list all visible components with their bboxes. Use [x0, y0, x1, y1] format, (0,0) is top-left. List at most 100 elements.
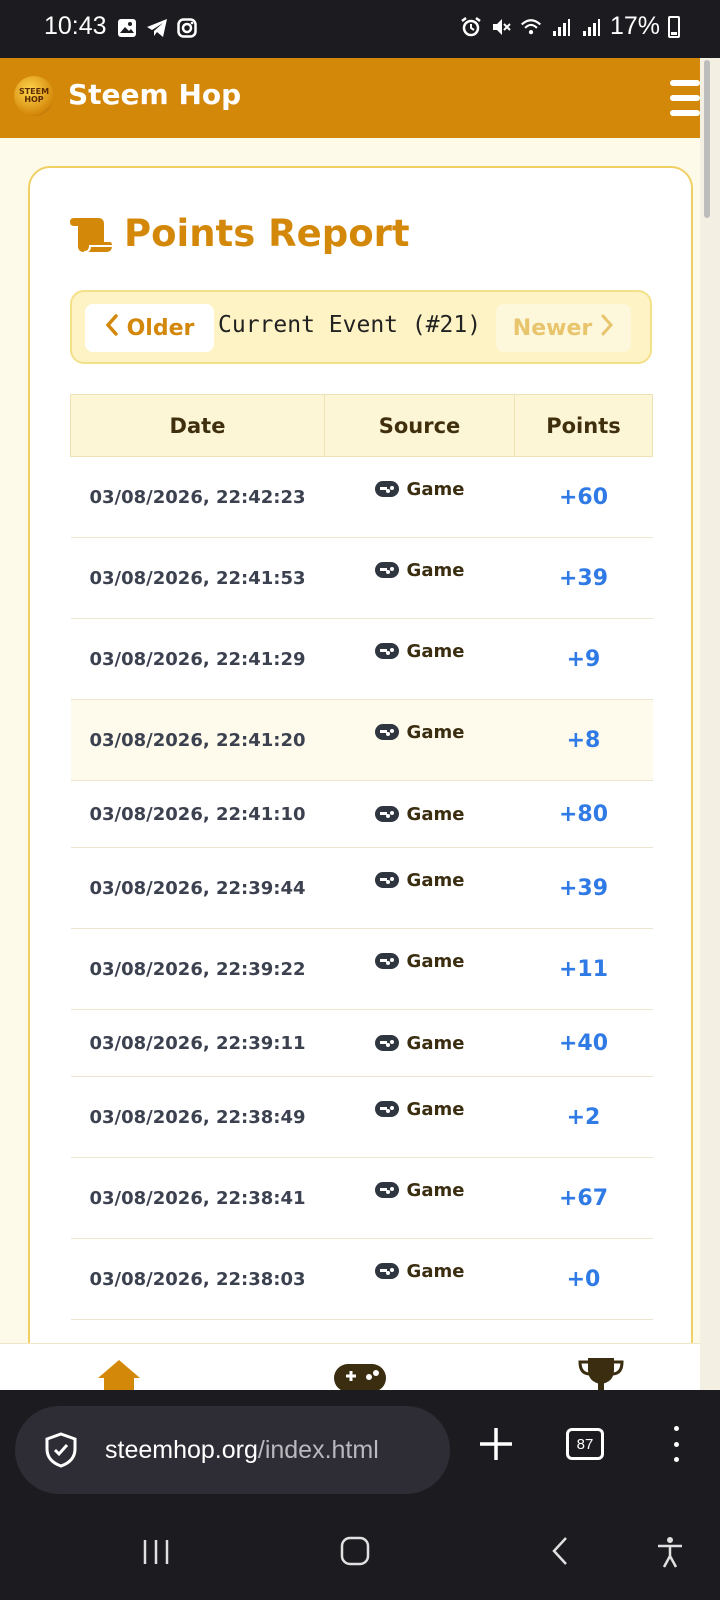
gamepad-icon [374, 562, 399, 578]
column-header-source[interactable]: Source [324, 394, 515, 457]
row-source: Game [324, 537, 515, 619]
points-table: Date Source Points 03/08/2026, 22:42:23 … [70, 394, 653, 1380]
row-source: Game [324, 456, 515, 538]
table-row: 03/08/2026, 22:42:23 Game +60 [70, 456, 653, 538]
table-row: 03/08/2026, 22:38:41 Game +67 [70, 1157, 653, 1239]
row-date: 03/08/2026, 22:41:29 [70, 618, 325, 700]
table-row: 03/08/2026, 22:39:11 Game +40 [70, 1009, 653, 1077]
column-header-points[interactable]: Points [514, 394, 653, 457]
browser-toolbar: steemhop.org/index.html 87 [0, 1390, 720, 1502]
row-points: +2 [514, 1076, 653, 1158]
gamepad-icon [374, 481, 399, 497]
table-row: 03/08/2026, 22:41:20 Game +8 [70, 699, 653, 781]
more-menu-icon[interactable] [672, 1426, 680, 1462]
gamepad-icon [374, 953, 399, 969]
bottom-nav [0, 1343, 700, 1394]
row-points: +40 [514, 1009, 653, 1077]
scrollbar-thumb[interactable] [704, 60, 710, 218]
gamepad-icon [374, 643, 399, 659]
points-report-card: Points Report Older Current Event (#21) … [28, 166, 693, 1406]
table-row: 03/08/2026, 22:38:49 Game +2 [70, 1076, 653, 1158]
row-date: 03/08/2026, 22:39:22 [70, 928, 325, 1010]
gamepad-icon [374, 805, 399, 822]
table-row: 03/08/2026, 22:39:44 Game +39 [70, 847, 653, 929]
row-points: +39 [514, 847, 653, 929]
url-bar[interactable]: steemhop.org/index.html [15, 1406, 450, 1494]
status-time: 10:43 [44, 12, 107, 40]
tab-count-button[interactable]: 87 [566, 1428, 604, 1460]
event-navigator: Older Current Event (#21) Newer [70, 290, 652, 364]
current-event-label: Current Event (#21) [218, 312, 482, 338]
gamepad-icon [374, 1182, 399, 1198]
table-header-row: Date Source Points [70, 394, 653, 457]
row-points: +0 [514, 1238, 653, 1320]
row-date: 03/08/2026, 22:38:49 [70, 1076, 325, 1158]
table-row: 03/08/2026, 22:41:10 Game +80 [70, 780, 653, 848]
report-heading: Points Report [124, 212, 410, 255]
row-date: 03/08/2026, 22:39:11 [70, 1009, 325, 1077]
older-label: Older [126, 315, 195, 341]
column-header-date[interactable]: Date [70, 394, 325, 457]
row-points: +39 [514, 537, 653, 619]
recent-apps-icon[interactable] [142, 1538, 170, 1570]
row-points: +60 [514, 456, 653, 538]
gamepad-icon [374, 872, 399, 888]
signal-icon [580, 16, 602, 38]
newer-label: Newer [512, 315, 593, 341]
gamepad-icon [374, 1101, 399, 1117]
signal-icon [550, 16, 572, 38]
page-title: Points Report [70, 212, 410, 255]
row-source: Game [324, 699, 515, 781]
row-source: Game [324, 928, 515, 1010]
alarm-icon [460, 16, 482, 38]
battery-icon [668, 15, 680, 38]
telegram-icon [146, 17, 168, 39]
row-date: 03/08/2026, 22:38:41 [70, 1157, 325, 1239]
older-button[interactable]: Older [85, 304, 214, 352]
row-date: 03/08/2026, 22:38:03 [70, 1238, 325, 1320]
chevron-right-icon [600, 314, 614, 342]
app-header: STEEM HOP Steem Hop [0, 58, 700, 138]
row-points: +8 [514, 699, 653, 781]
gamepad-icon [374, 1034, 399, 1051]
status-bar: 10:43 17% [0, 0, 720, 58]
scroll-icon [70, 214, 114, 254]
url-text[interactable]: steemhop.org/index.html [105, 1436, 379, 1465]
table-row: 03/08/2026, 22:38:03 Game +0 [70, 1238, 653, 1320]
menu-icon[interactable] [670, 80, 700, 116]
system-nav-bar [0, 1502, 720, 1600]
row-source: Game [324, 618, 515, 700]
table-row: 03/08/2026, 22:41:29 Game +9 [70, 618, 653, 700]
gamepad-icon [374, 1263, 399, 1279]
shield-icon[interactable] [45, 1432, 77, 1468]
row-date: 03/08/2026, 22:41:10 [70, 780, 325, 848]
row-date: 03/08/2026, 22:41:20 [70, 699, 325, 781]
row-points: +80 [514, 780, 653, 848]
row-points: +9 [514, 618, 653, 700]
row-date: 03/08/2026, 22:42:23 [70, 456, 325, 538]
row-points: +67 [514, 1157, 653, 1239]
row-source: Game [324, 1238, 515, 1320]
mute-icon [490, 16, 512, 38]
home-button-icon[interactable] [340, 1536, 370, 1570]
newer-button[interactable]: Newer [496, 304, 631, 352]
row-date: 03/08/2026, 22:41:53 [70, 537, 325, 619]
instagram-icon [176, 17, 198, 39]
chevron-left-icon [105, 314, 119, 342]
back-icon[interactable] [550, 1536, 570, 1570]
accessibility-icon[interactable] [656, 1536, 684, 1572]
row-source: Game [324, 780, 515, 848]
row-source: Game [324, 1009, 515, 1077]
table-row: 03/08/2026, 22:41:53 Game +39 [70, 537, 653, 619]
new-tab-icon[interactable] [478, 1426, 514, 1462]
steem-hop-logo[interactable]: STEEM HOP [14, 76, 54, 116]
page-scrollbar[interactable] [700, 58, 720, 1390]
gamepad-icon [374, 724, 399, 740]
row-source: Game [324, 1076, 515, 1158]
wifi-icon [520, 16, 542, 38]
app-title[interactable]: Steem Hop [68, 78, 241, 111]
row-points: +11 [514, 928, 653, 1010]
row-date: 03/08/2026, 22:39:44 [70, 847, 325, 929]
table-row: 03/08/2026, 22:39:22 Game +11 [70, 928, 653, 1010]
row-source: Game [324, 847, 515, 929]
